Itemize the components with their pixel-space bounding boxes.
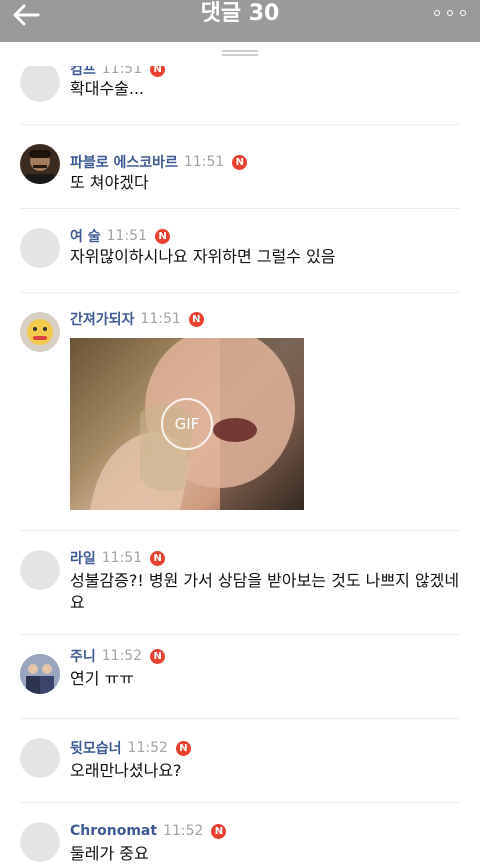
avatar[interactable] xyxy=(20,738,60,778)
comment-author[interactable]: 라일 xyxy=(70,548,96,568)
comment-time: 11:51 xyxy=(140,311,181,327)
new-badge: N xyxy=(150,648,166,664)
comment-text: 확대수술... xyxy=(70,79,145,98)
avatar[interactable] xyxy=(20,228,60,268)
comment-time: 11:52 xyxy=(101,648,143,664)
new-badge: N xyxy=(188,311,204,327)
comment-author[interactable]: 간져가되자 xyxy=(70,309,134,329)
comment-text: 자위많이하시나요 자위하면 그럴수 있음 xyxy=(70,247,336,266)
avatar[interactable] xyxy=(20,654,60,694)
comment-text: 연기 ㅠㅠ xyxy=(70,669,134,688)
gif-play-icon[interactable]: GIF xyxy=(161,398,213,450)
comment-text: 둘레가 중요 xyxy=(70,844,149,863)
comment-time: 11:51 xyxy=(101,550,143,566)
comment-author[interactable]: Chronomat xyxy=(70,823,157,839)
more-dots-icon xyxy=(434,10,440,16)
new-badge: N xyxy=(150,550,166,566)
comment-time: 11:51 xyxy=(106,228,147,244)
comment-item: 주니 11:52 N 연기 ㅠㅠ xyxy=(0,634,480,718)
avatar[interactable] xyxy=(20,550,60,590)
comment-item: 간져가되자 11:51 N GIF xyxy=(0,292,480,530)
comment-text: 또 쳐야겠다 xyxy=(70,173,149,192)
comment-time: 11:52 xyxy=(163,823,204,839)
drag-handle[interactable] xyxy=(222,50,258,56)
avatar[interactable] xyxy=(20,144,60,184)
comment-author[interactable]: 파블로 에스코바르 xyxy=(70,152,178,172)
avatar[interactable] xyxy=(20,822,60,862)
new-badge: N xyxy=(175,740,191,756)
comment-item: 여 술 11:51 N 자위많이하시나요 자위하면 그럴수 있음 xyxy=(0,208,480,292)
comment-item: Chronomat 11:52 N 둘레가 중요 xyxy=(0,802,480,868)
comment-text: 오래만나셨나요? xyxy=(70,761,182,780)
avatar[interactable] xyxy=(20,312,60,352)
comment-author[interactable]: 여 술 xyxy=(70,226,101,246)
new-badge: N xyxy=(155,228,170,244)
avatar[interactable] xyxy=(20,62,60,102)
comment-time: 11:52 xyxy=(127,740,168,756)
comment-item: 뒷모습너 11:52 N 오래만나셨나요? xyxy=(0,718,480,802)
more-button[interactable] xyxy=(434,8,466,18)
gif-image[interactable]: GIF xyxy=(70,338,304,510)
comment-author[interactable]: 주니 xyxy=(70,646,96,666)
comment-item: 라일 11:51 N 성불감증?! 병원 가서 상담을 받아보는 것도 나쁘지 … xyxy=(0,530,480,634)
page-title: 댓글 30 xyxy=(200,1,280,26)
comment-sheet[interactable]: 컴프 11:51 N 확대수술... 파블로 에스코바르 11:51 N 또 쳐… xyxy=(0,42,480,868)
top-bar: 댓글 30 xyxy=(0,0,480,42)
comment-item: 파블로 에스코바르 11:51 N 또 쳐야겠다 xyxy=(0,124,480,208)
comment-author[interactable]: 뒷모습너 xyxy=(70,738,122,758)
comment-text: 성불감증?! 병원 가서 상담을 받아보는 것도 나쁘지 않겠네요 xyxy=(70,571,460,612)
comment-time: 11:51 xyxy=(183,154,225,170)
new-badge: N xyxy=(232,154,248,170)
new-badge: N xyxy=(211,823,227,839)
